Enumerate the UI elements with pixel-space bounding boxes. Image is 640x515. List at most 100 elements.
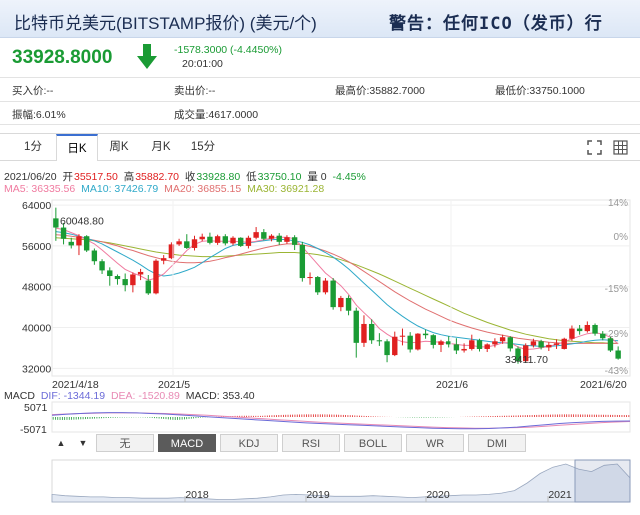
candle-body: [345, 297, 352, 311]
candle-body: [592, 324, 598, 334]
candle-body: [546, 344, 552, 348]
candlestick-chart[interactable]: 640005600048000400003200014%0%-15%-29%-4…: [0, 196, 640, 396]
low-price: 最低价:33750.1000: [495, 85, 585, 97]
candle-body: [453, 344, 460, 351]
candle-body: [245, 237, 252, 246]
quote-row: 33928.8000: [0, 38, 640, 76]
candle-body: [415, 333, 421, 350]
legend-low: 33750.10: [257, 171, 302, 183]
navigator-year-label: 2018: [185, 489, 209, 501]
tab-1min[interactable]: 1分: [14, 134, 52, 161]
candle-body: [538, 341, 544, 348]
candle-body: [353, 310, 359, 343]
candle-body: [222, 236, 229, 244]
candle-body: [530, 341, 537, 346]
legend-close: 33928.80: [196, 171, 241, 183]
candle-body: [91, 250, 98, 262]
candle-body: [384, 341, 390, 356]
candle-body: [492, 341, 498, 345]
candle-body: [499, 337, 506, 342]
indicator-rsi[interactable]: RSI: [282, 434, 340, 452]
legend-open: 35517.50: [73, 171, 118, 183]
indicator-none[interactable]: 无: [96, 434, 154, 452]
page-title: 比特币兑美元(BITSTAMP报价) (美元/个): [14, 14, 317, 33]
candle-body: [553, 343, 560, 345]
candle-body: [284, 237, 290, 242]
price-change: -1578.3000 (-4.4450%): [174, 44, 282, 56]
candle-body: [291, 237, 298, 245]
candle-body: [438, 341, 444, 345]
y-tick-label: 40000: [22, 323, 51, 335]
tab-monthly[interactable]: 月K: [142, 134, 180, 161]
bid-price: 买入价:--: [12, 85, 54, 97]
overview-navigator[interactable]: 2018 2019 2020 2021: [0, 458, 640, 513]
high-price: 最高价:35882.7000: [335, 85, 425, 97]
pct-tick-label: 0%: [614, 232, 629, 243]
candle-body: [322, 280, 329, 293]
volume: 成交量:4617.0000: [174, 109, 259, 121]
candle-body: [476, 340, 483, 349]
macd-chart[interactable]: 5071 -5071: [0, 400, 640, 434]
candle-body: [399, 335, 406, 337]
grid-icon[interactable]: [613, 140, 628, 155]
pct-tick-label: -15%: [605, 284, 628, 295]
candle-body: [176, 241, 182, 245]
candle-body: [584, 324, 591, 332]
chart-plot-area: [51, 199, 631, 377]
candle-body: [376, 340, 383, 342]
candle-body: [615, 350, 621, 359]
candle-body: [307, 277, 313, 279]
candle-body: [368, 323, 375, 341]
candle-body: [469, 340, 475, 349]
candle-body: [53, 218, 59, 228]
legend-ma20: MA20: 36855.15: [164, 183, 242, 195]
indicator-kdj[interactable]: KDJ: [220, 434, 278, 452]
indicator-dmi[interactable]: DMI: [468, 434, 526, 452]
candle-body: [261, 232, 267, 239]
candle-body: [330, 280, 336, 308]
y-tick-label: 48000: [22, 282, 51, 294]
candle-body: [569, 328, 575, 339]
navigator-year-label: 2021: [548, 489, 572, 501]
candle-body: [230, 237, 236, 244]
info-row-2: 振幅:6.01% 成交量:4617.0000: [0, 101, 640, 125]
candle-body: [561, 338, 567, 349]
candle-body: [184, 241, 190, 248]
candle-body: [68, 241, 74, 246]
macd-y-tick: 5071: [24, 402, 48, 414]
candle-body: [83, 236, 90, 251]
candle-body: [407, 335, 413, 350]
indicator-macd[interactable]: MACD: [158, 434, 216, 452]
candle-body: [361, 323, 367, 343]
candle-body: [145, 280, 151, 294]
candle-body: [422, 333, 429, 336]
legend-ma10: MA10: 37426.79: [81, 183, 159, 195]
warning-banner: 警告：任何ICO（发币）行: [389, 14, 603, 34]
navigator-year-label: 2019: [306, 489, 330, 501]
legend-volume: 量 0: [307, 171, 327, 183]
candle-body: [338, 297, 344, 308]
scroll-up-button[interactable]: ▲: [52, 434, 70, 452]
candle-body: [199, 236, 205, 240]
ohlc-legend: 2021/06/20 开35517.50 高35882.70 收33928.80…: [4, 169, 369, 184]
candle-body: [130, 274, 136, 286]
fullscreen-icon[interactable]: [587, 140, 602, 155]
candle-body: [430, 335, 436, 345]
candle-body: [122, 279, 128, 286]
candle-body: [507, 337, 514, 349]
amplitude: 振幅:6.01%: [12, 109, 66, 121]
tab-daily[interactable]: 日K: [56, 134, 98, 161]
candle-body: [60, 227, 67, 239]
tab-weekly[interactable]: 周K: [100, 134, 138, 161]
scroll-down-button[interactable]: ▼: [74, 434, 92, 452]
pct-tick-label: -43%: [605, 366, 628, 377]
legend-pct: -4.45%: [332, 171, 366, 183]
ma-legend: MA5: 36335.56 MA10: 37426.79 MA20: 36855…: [4, 183, 327, 195]
tab-15min[interactable]: 15分: [184, 134, 222, 161]
y-tick-label: 56000: [22, 241, 51, 253]
indicator-wr[interactable]: WR: [406, 434, 464, 452]
indicator-boll[interactable]: BOLL: [344, 434, 402, 452]
legend-low-label: 低: [246, 171, 257, 183]
period-tabs: 1分 日K 周K 月K 15分: [0, 133, 640, 161]
candle-body: [107, 270, 113, 277]
